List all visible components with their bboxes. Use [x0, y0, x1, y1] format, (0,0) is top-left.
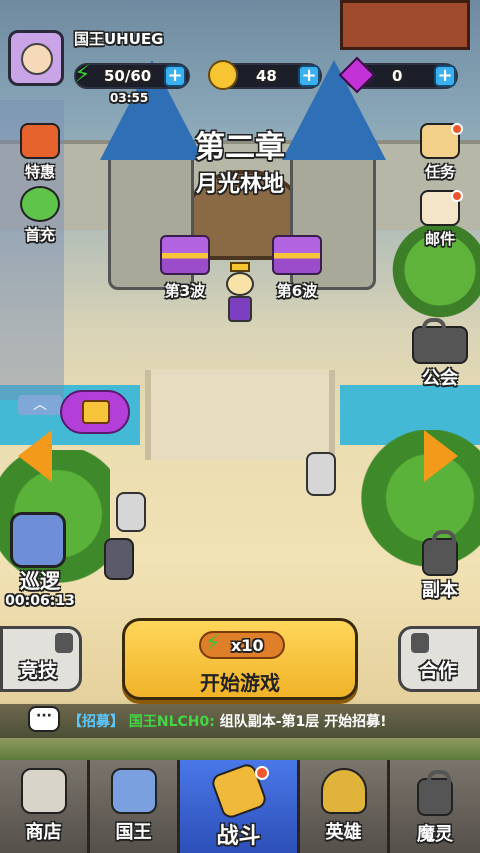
nav-king[interactable]: 国王 [90, 760, 180, 853]
cooperate-lock-icon [411, 633, 429, 653]
chat-message: 组队副本-第1层 开始招募! [219, 714, 387, 730]
start-game-label: 开始游戏 [200, 671, 280, 695]
wave-chest-1-label: 第3波 [164, 282, 206, 300]
knight-dark [104, 538, 134, 580]
mail-label: 邮件 [424, 230, 455, 248]
chat-line: 【招募】 国王NLCH0: 组队副本-第1层 开始招募! [68, 711, 387, 731]
shop-icon [20, 768, 67, 814]
start-game-button[interactable]: ⚡ x10 开始游戏 [122, 618, 358, 700]
nav-shop[interactable]: 商店 [0, 760, 90, 853]
next-chapter-arrow-icon[interactable] [424, 430, 458, 482]
battle-notification-dot [255, 766, 269, 780]
helmet-icon [320, 768, 367, 814]
mail-button[interactable]: 邮件 [405, 190, 475, 249]
princess-character [222, 262, 258, 324]
energy-value: 50/60 [104, 67, 152, 85]
game-screen: 国王UHUEG ⚡ 50/60 + 03:55 48 + 0 + 第二章 月光林… [0, 0, 480, 853]
start-cost-pill: ⚡ x10 [199, 631, 285, 659]
gold-add-button[interactable]: + [298, 65, 320, 87]
arena-button[interactable]: 竞技 [0, 626, 82, 692]
nav-king-label: 国王 [115, 822, 152, 843]
special-offer-button[interactable]: 特惠 [5, 123, 75, 182]
spirit-lock-icon [417, 770, 453, 816]
chest-bubble-button[interactable] [60, 390, 130, 434]
chest-bubble-icon [82, 400, 110, 424]
dungeon-lock-icon [422, 530, 458, 576]
player-avatar[interactable] [8, 30, 64, 86]
nav-hero-label: 英雄 [325, 822, 362, 843]
nav-battle-label: 战斗 [216, 824, 261, 849]
special-offer-icon [20, 123, 60, 159]
prev-chapter-arrow-icon[interactable] [18, 430, 52, 482]
chat-sender: 国王NLCH0: [128, 714, 215, 730]
patrol-label[interactable]: 巡逻 [0, 565, 80, 594]
cooperate-button[interactable]: 合作 [398, 626, 480, 692]
gem-value: 0 [392, 67, 403, 85]
energy-icon: ⚡ [74, 60, 91, 88]
nav-spirit-label: 魔灵 [417, 824, 453, 845]
chat-tag: 【招募】 [68, 714, 124, 730]
cooperate-label: 合作 [418, 660, 457, 682]
quest-button[interactable]: 任务 [405, 123, 475, 182]
start-cost-energy-icon: ⚡ [205, 631, 221, 656]
knight-blue [10, 512, 66, 568]
nav-spirit[interactable]: 魔灵 [390, 760, 480, 853]
special-offer-label: 特惠 [24, 163, 55, 181]
energy-timer: 03:55 [110, 91, 149, 105]
gold-value: 48 [256, 67, 277, 85]
first-recharge-button[interactable]: 首充 [5, 186, 75, 245]
wave-chest-1[interactable] [160, 235, 210, 275]
player-name: 国王UHUEG [74, 30, 164, 48]
expand-up-arrow-icon[interactable]: ︿ [18, 395, 62, 415]
quest-label: 任务 [424, 163, 455, 181]
dungeon-label: 副本 [422, 580, 458, 601]
start-cost-value: x10 [231, 636, 264, 655]
chat-bubble-icon[interactable]: ··· [28, 706, 60, 732]
mail-notification-dot [451, 190, 463, 202]
knight-silver-2 [306, 452, 336, 496]
castle-icon [110, 768, 157, 814]
guild-button[interactable]: 公会 [405, 318, 475, 390]
nav-battle[interactable]: 战斗 [180, 760, 300, 853]
first-recharge-label: 首充 [24, 226, 55, 244]
gold-coin-icon [208, 60, 238, 90]
patrol-timer: 00:06:13 [5, 593, 75, 609]
quest-notification-dot [451, 123, 463, 135]
wave-chest-2[interactable] [272, 235, 322, 275]
bridge [145, 370, 335, 460]
guild-lock-icon [412, 318, 468, 364]
knight-silver-1 [116, 492, 146, 532]
nav-shop-label: 商店 [25, 822, 62, 843]
arena-label: 竞技 [18, 660, 57, 682]
wave-chest-2-label: 第6波 [276, 282, 318, 300]
crown-icon [230, 262, 250, 272]
guild-label: 公会 [422, 368, 458, 389]
arena-lock-icon [55, 633, 73, 653]
princess-head [226, 272, 254, 296]
first-recharge-icon [20, 186, 60, 222]
princess-body [228, 296, 252, 322]
avatar-face [21, 43, 53, 75]
nav-hero[interactable]: 英雄 [300, 760, 390, 853]
dungeon-button[interactable]: 副本 [405, 530, 475, 602]
gem-add-button[interactable]: + [434, 65, 456, 87]
energy-add-button[interactable]: + [164, 65, 186, 87]
roof-house [340, 0, 470, 50]
